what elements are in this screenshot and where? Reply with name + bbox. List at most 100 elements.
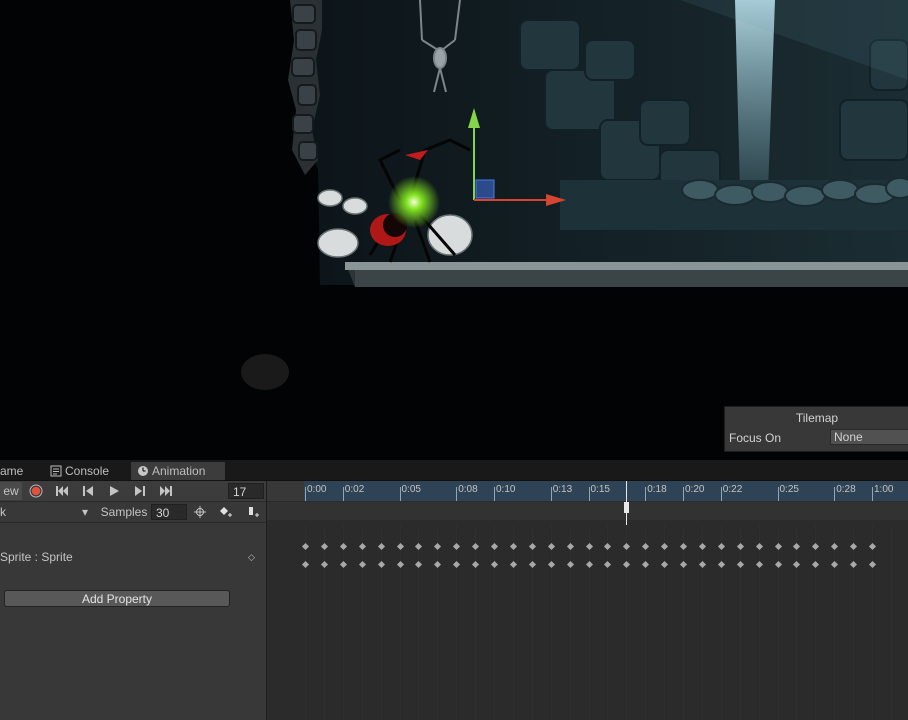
add-property-button[interactable]: Add Property bbox=[4, 590, 230, 607]
tab-console[interactable]: Console bbox=[48, 462, 132, 480]
keyframe-diamond[interactable] bbox=[812, 542, 820, 551]
keyframe-diamond[interactable] bbox=[301, 560, 310, 569]
keyframe-diamond[interactable] bbox=[774, 560, 782, 569]
ruler-tick-label: 0:22 bbox=[722, 484, 743, 495]
keyframe-diamond[interactable] bbox=[320, 542, 328, 551]
add-keyframe-button[interactable] bbox=[215, 503, 237, 521]
add-event-button[interactable] bbox=[242, 503, 264, 521]
keyframe-diamond[interactable] bbox=[755, 542, 763, 551]
keyframe-diamond[interactable] bbox=[415, 542, 423, 551]
keyframe-diamond[interactable] bbox=[472, 542, 480, 551]
clip-name: k bbox=[0, 505, 6, 519]
keyframe-diamond[interactable] bbox=[793, 560, 801, 569]
keyframe-diamond[interactable] bbox=[547, 542, 555, 551]
frame-grid-line bbox=[550, 525, 552, 720]
frame-grid-line bbox=[569, 525, 571, 720]
focus-on-dropdown[interactable]: None bbox=[830, 429, 908, 445]
tilemap-title: Tilemap bbox=[795, 411, 839, 425]
keyframe-diamond[interactable] bbox=[415, 560, 423, 569]
keyframe-diamond[interactable] bbox=[868, 560, 877, 569]
keyframe-diamond[interactable] bbox=[509, 560, 517, 569]
keyframe-diamond[interactable] bbox=[453, 542, 461, 551]
keyframe-diamond[interactable] bbox=[339, 560, 347, 569]
keyframe-diamond[interactable] bbox=[358, 560, 366, 569]
preview-button[interactable]: ew bbox=[0, 482, 22, 500]
keyframe-diamond[interactable] bbox=[793, 542, 801, 551]
frame-grid-line bbox=[588, 525, 590, 720]
keyframe-diamond[interactable] bbox=[320, 560, 328, 569]
keyframe-diamond[interactable] bbox=[623, 560, 631, 569]
clip-toolbar: k ▾ Samples 30 bbox=[0, 502, 266, 523]
keyframe-diamond[interactable] bbox=[698, 560, 706, 569]
keyframe-diamond[interactable] bbox=[717, 560, 725, 569]
keyframe-diamond[interactable] bbox=[736, 542, 744, 551]
keyframe-diamond[interactable] bbox=[377, 542, 385, 551]
dopesheet-timeline[interactable]: 0:00 0:02 0:05 0:08 0:10 0:13 0:15 0:18 0:20 0:22… bbox=[267, 481, 908, 720]
play-button[interactable] bbox=[102, 482, 126, 500]
keyframe-diamond[interactable] bbox=[679, 542, 688, 551]
keyframe-diamond[interactable] bbox=[831, 560, 839, 569]
samples-field[interactable]: 30 bbox=[151, 504, 187, 520]
keyframe-diamond[interactable] bbox=[528, 560, 536, 569]
keyframe-diamond[interactable] bbox=[604, 542, 612, 551]
keyframe-diamond[interactable] bbox=[850, 560, 858, 569]
keyframe-diamond[interactable] bbox=[434, 542, 442, 551]
keyframe-diamond-icon[interactable]: ◇ bbox=[248, 547, 255, 567]
property-row-sprite[interactable]: Sprite : Sprite ◇ bbox=[0, 547, 266, 567]
keyframe-diamond[interactable] bbox=[396, 560, 404, 569]
keyframe-diamond[interactable] bbox=[623, 542, 631, 551]
keyframe-diamond[interactable] bbox=[736, 560, 744, 569]
keyframe-diamond[interactable] bbox=[566, 560, 574, 569]
keyframe-diamond[interactable] bbox=[642, 542, 650, 551]
keyframe-diamond[interactable] bbox=[490, 542, 499, 551]
keyframe-diamond[interactable] bbox=[453, 560, 461, 569]
keyframe-diamond[interactable] bbox=[642, 560, 650, 569]
keyframe-diamond[interactable] bbox=[472, 560, 480, 569]
keyframe-diamond[interactable] bbox=[774, 542, 782, 551]
console-icon bbox=[50, 464, 62, 477]
keyframe-diamond[interactable] bbox=[358, 542, 366, 551]
ruler-tick-label: 0:15 bbox=[590, 484, 610, 495]
preview-button-label: ew bbox=[3, 484, 19, 498]
keyframe-diamond[interactable] bbox=[585, 542, 593, 551]
clip-dropdown[interactable]: k ▾ bbox=[0, 503, 94, 521]
keyframe-diamond[interactable] bbox=[604, 560, 612, 569]
keyframe-diamond[interactable] bbox=[812, 560, 820, 569]
previous-keyframe-button[interactable] bbox=[76, 482, 100, 500]
keyframe-diamond[interactable] bbox=[850, 542, 858, 551]
property-label: Sprite : Sprite bbox=[0, 550, 73, 564]
keyframe-diamond[interactable] bbox=[566, 542, 574, 551]
filter-by-selection-button[interactable] bbox=[190, 503, 210, 521]
keyframe-diamond[interactable] bbox=[831, 542, 839, 551]
focus-on-label: Focus On bbox=[729, 431, 782, 445]
keyframe-diamond[interactable] bbox=[509, 542, 517, 551]
keyframe-diamond[interactable] bbox=[868, 542, 877, 551]
record-button[interactable] bbox=[24, 482, 48, 500]
keyframe-diamond[interactable] bbox=[377, 560, 385, 569]
last-keyframe-button[interactable] bbox=[154, 482, 178, 500]
keyframe-diamond[interactable] bbox=[661, 560, 669, 569]
current-frame-field[interactable]: 17 bbox=[228, 483, 264, 499]
keyframe-diamond[interactable] bbox=[698, 542, 706, 551]
keyframe-diamond[interactable] bbox=[434, 560, 442, 569]
dropdown-arrow-icon: ▾ bbox=[82, 505, 89, 519]
keyframe-diamond[interactable] bbox=[717, 542, 725, 551]
frame-grid-line bbox=[323, 525, 325, 720]
next-keyframe-button[interactable] bbox=[128, 482, 152, 500]
keyframe-diamond[interactable] bbox=[396, 542, 404, 551]
keyframe-diamond[interactable] bbox=[490, 560, 499, 569]
keyframe-diamond[interactable] bbox=[339, 542, 347, 551]
keyframe-diamond[interactable] bbox=[679, 560, 688, 569]
keyframe-diamond[interactable] bbox=[661, 542, 669, 551]
keyframe-diamond[interactable] bbox=[585, 560, 593, 569]
frame-grid-line bbox=[475, 525, 477, 720]
scene-view[interactable] bbox=[0, 0, 908, 460]
keyframe-diamond[interactable] bbox=[547, 560, 555, 569]
keyframe-diamond[interactable] bbox=[301, 542, 310, 551]
first-keyframe-button[interactable] bbox=[50, 482, 74, 500]
keyframe-diamond[interactable] bbox=[528, 542, 536, 551]
event-lane[interactable] bbox=[267, 502, 908, 520]
keyframe-diamond[interactable] bbox=[755, 560, 763, 569]
tab-game[interactable]: ame bbox=[0, 462, 46, 480]
tab-animation[interactable]: Animation bbox=[131, 462, 225, 480]
